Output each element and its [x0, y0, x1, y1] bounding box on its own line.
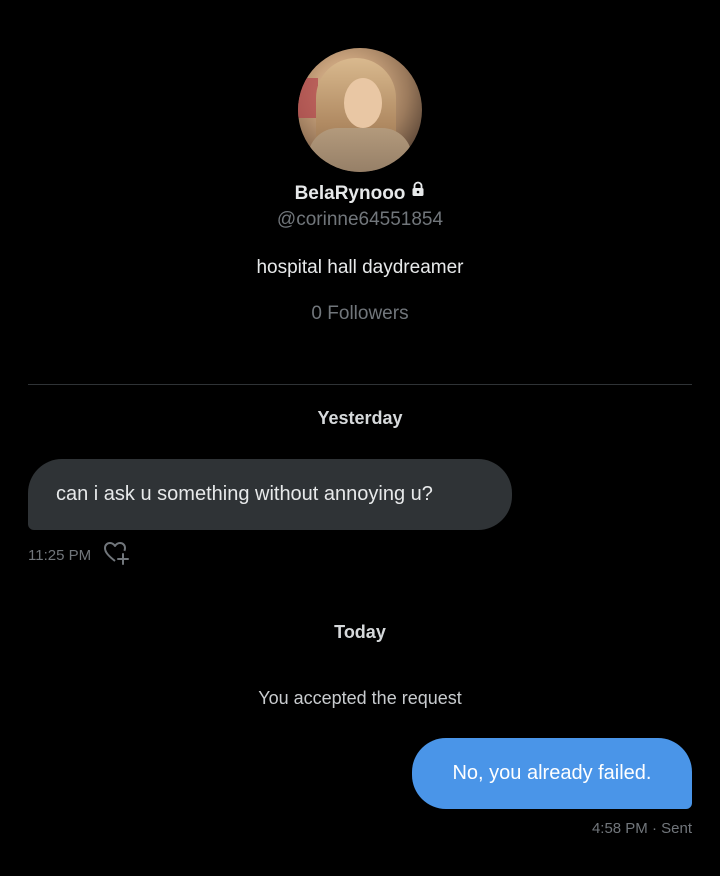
date-separator-yesterday: Yesterday	[317, 408, 403, 428]
outgoing-message-meta: 4:58 PM · Sent	[591, 820, 692, 837]
heart-plus-icon[interactable]	[103, 540, 131, 570]
outgoing-message-bubble[interactable]: No, you already failed.	[412, 738, 692, 809]
display-name[interactable]: BelaRynooo	[295, 183, 406, 204]
profile-header: BelaRynooo @corinne64551854 hospital hal…	[0, 48, 720, 326]
profile-bio: hospital hall daydreamer	[256, 257, 464, 278]
outgoing-message-text: No, you already failed.	[452, 762, 652, 784]
incoming-message-time: 11:25 PM	[28, 546, 92, 564]
avatar[interactable]	[298, 48, 422, 172]
followers-count[interactable]: 0 Followers	[0, 302, 720, 326]
profile-name-row: BelaRynooo	[0, 180, 720, 206]
date-separator-today: Today	[334, 622, 386, 642]
profile-handle[interactable]: @corinne64551854	[0, 208, 720, 232]
incoming-message-meta: 11:25 PM	[28, 540, 131, 570]
lock-icon	[411, 180, 425, 204]
divider	[28, 384, 692, 385]
avatar-face	[344, 78, 382, 128]
incoming-message-bubble[interactable]: can i ask u something without annoying u…	[28, 459, 512, 530]
incoming-message-text: can i ask u something without annoying u…	[56, 483, 433, 505]
avatar-background	[298, 78, 318, 118]
avatar-coat	[308, 128, 412, 172]
system-message: You accepted the request	[258, 688, 462, 708]
